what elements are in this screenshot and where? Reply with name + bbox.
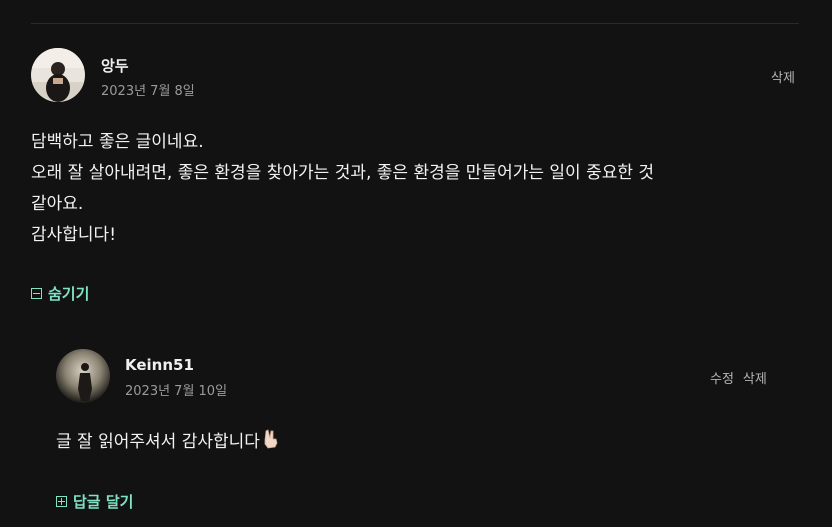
hide-replies-button[interactable]: 숨기기 <box>31 283 89 304</box>
divider <box>31 23 799 24</box>
comment-body-line: 오래 잘 살아내려면, 좋은 환경을 찾아가는 것과, 좋은 환경을 만들어가는… <box>31 163 655 183</box>
delete-button[interactable]: 삭제 <box>743 368 767 387</box>
reply-button-label: 답글 달기 <box>73 493 134 511</box>
delete-button[interactable]: 삭제 <box>771 67 795 86</box>
victory-hand-icon <box>262 429 280 460</box>
reply-author[interactable]: Keinn51 <box>125 356 194 374</box>
comment-body-line: 같아요. <box>31 194 84 214</box>
comment-body-line: 담백하고 좋은 글이네요. <box>31 132 204 152</box>
plus-icon <box>56 496 67 507</box>
comment-date: 2023년 7월 8일 <box>101 84 195 99</box>
reply-actions: 수정 삭제 <box>710 368 767 387</box>
avatar[interactable] <box>31 48 85 102</box>
comment-body-line: 감사합니다! <box>31 225 117 245</box>
reply-body: 글 잘 읽어주셔서 감사합니다 <box>56 427 280 460</box>
edit-button[interactable]: 수정 <box>710 368 734 387</box>
comment-body: 담백하고 좋은 글이네요. 오래 잘 살아내려면, 좋은 환경을 찾아가는 것과… <box>31 127 791 251</box>
collapse-icon <box>31 288 42 299</box>
comment-actions: 삭제 <box>771 67 795 86</box>
reply-date: 2023년 7월 10일 <box>125 384 228 399</box>
comment-section: 앙두 2023년 7월 8일 삭제 담백하고 좋은 글이네요. 오래 잘 살아내… <box>0 0 832 527</box>
reply-body-text: 글 잘 읽어주셔서 감사합니다 <box>56 432 260 452</box>
reply-avatar[interactable] <box>56 349 110 403</box>
hide-replies-label: 숨기기 <box>48 285 90 303</box>
comment-author[interactable]: 앙두 <box>101 55 129 76</box>
reply-button[interactable]: 답글 달기 <box>56 491 133 512</box>
